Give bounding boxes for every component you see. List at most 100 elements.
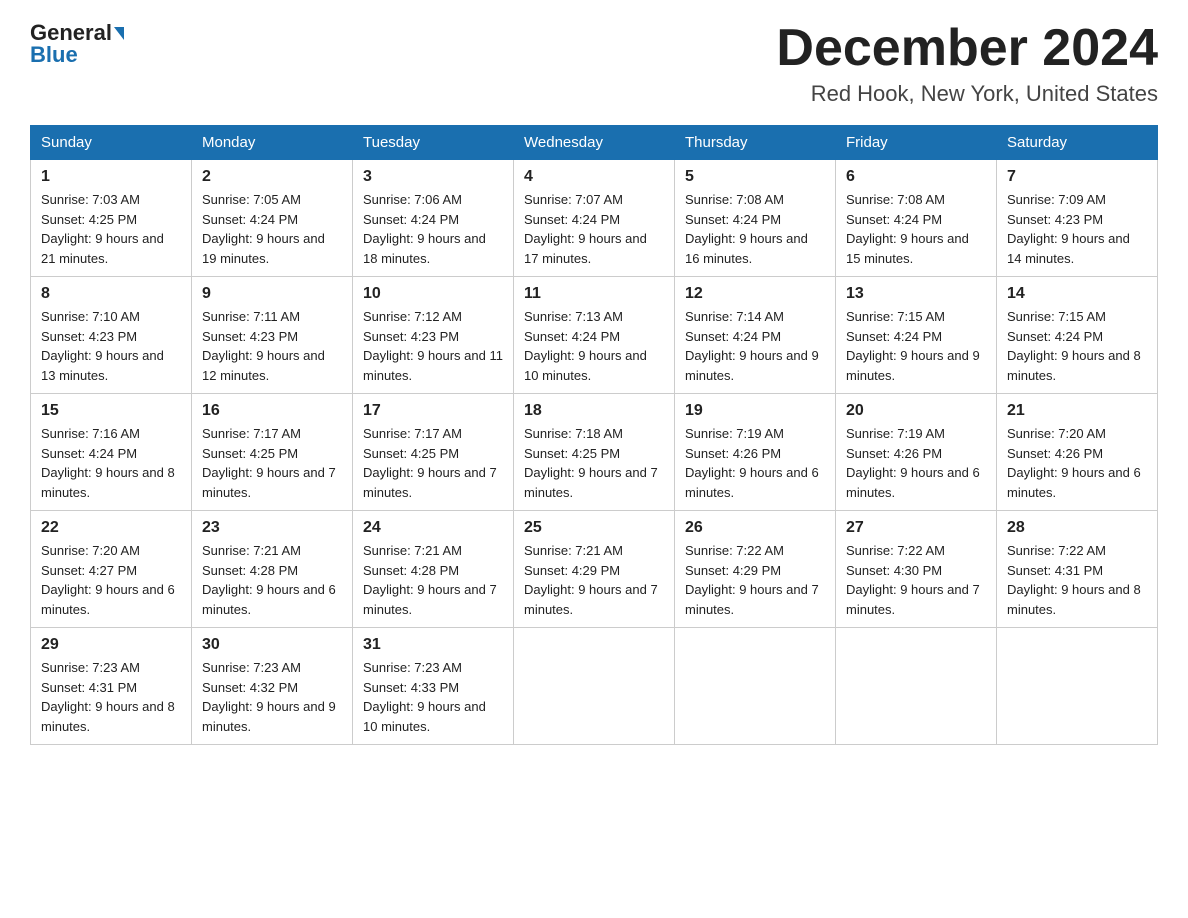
day-cell-1: 1 Sunrise: 7:03 AMSunset: 4:25 PMDayligh… xyxy=(31,160,192,277)
day-cell-25: 25 Sunrise: 7:21 AMSunset: 4:29 PMDaylig… xyxy=(514,511,675,628)
day-info: Sunrise: 7:05 AMSunset: 4:24 PMDaylight:… xyxy=(202,192,325,266)
day-cell-2: 2 Sunrise: 7:05 AMSunset: 4:24 PMDayligh… xyxy=(192,160,353,277)
day-cell-17: 17 Sunrise: 7:17 AMSunset: 4:25 PMDaylig… xyxy=(353,394,514,511)
empty-cell xyxy=(997,628,1158,745)
col-header-wednesday: Wednesday xyxy=(514,126,675,160)
day-info: Sunrise: 7:22 AMSunset: 4:30 PMDaylight:… xyxy=(846,543,980,617)
day-info: Sunrise: 7:23 AMSunset: 4:31 PMDaylight:… xyxy=(41,660,175,734)
day-info: Sunrise: 7:22 AMSunset: 4:29 PMDaylight:… xyxy=(685,543,819,617)
empty-cell xyxy=(675,628,836,745)
day-number: 29 xyxy=(41,636,181,654)
day-number: 8 xyxy=(41,285,181,303)
day-number: 11 xyxy=(524,285,664,303)
day-info: Sunrise: 7:12 AMSunset: 4:23 PMDaylight:… xyxy=(363,309,503,383)
col-header-friday: Friday xyxy=(836,126,997,160)
day-number: 15 xyxy=(41,402,181,420)
day-cell-13: 13 Sunrise: 7:15 AMSunset: 4:24 PMDaylig… xyxy=(836,277,997,394)
day-cell-22: 22 Sunrise: 7:20 AMSunset: 4:27 PMDaylig… xyxy=(31,511,192,628)
day-number: 14 xyxy=(1007,285,1147,303)
day-cell-8: 8 Sunrise: 7:10 AMSunset: 4:23 PMDayligh… xyxy=(31,277,192,394)
day-cell-21: 21 Sunrise: 7:20 AMSunset: 4:26 PMDaylig… xyxy=(997,394,1158,511)
day-cell-20: 20 Sunrise: 7:19 AMSunset: 4:26 PMDaylig… xyxy=(836,394,997,511)
day-cell-6: 6 Sunrise: 7:08 AMSunset: 4:24 PMDayligh… xyxy=(836,160,997,277)
day-number: 24 xyxy=(363,519,503,537)
day-cell-24: 24 Sunrise: 7:21 AMSunset: 4:28 PMDaylig… xyxy=(353,511,514,628)
day-number: 30 xyxy=(202,636,342,654)
days-header-row: SundayMondayTuesdayWednesdayThursdayFrid… xyxy=(31,126,1158,160)
day-number: 23 xyxy=(202,519,342,537)
day-number: 25 xyxy=(524,519,664,537)
day-number: 13 xyxy=(846,285,986,303)
day-cell-29: 29 Sunrise: 7:23 AMSunset: 4:31 PMDaylig… xyxy=(31,628,192,745)
day-cell-14: 14 Sunrise: 7:15 AMSunset: 4:24 PMDaylig… xyxy=(997,277,1158,394)
day-info: Sunrise: 7:03 AMSunset: 4:25 PMDaylight:… xyxy=(41,192,164,266)
day-number: 1 xyxy=(41,168,181,186)
day-number: 12 xyxy=(685,285,825,303)
day-info: Sunrise: 7:23 AMSunset: 4:33 PMDaylight:… xyxy=(363,660,486,734)
day-number: 20 xyxy=(846,402,986,420)
day-info: Sunrise: 7:21 AMSunset: 4:29 PMDaylight:… xyxy=(524,543,658,617)
day-number: 26 xyxy=(685,519,825,537)
title-area: December 2024 Red Hook, New York, United… xyxy=(776,20,1158,107)
empty-cell xyxy=(514,628,675,745)
day-info: Sunrise: 7:16 AMSunset: 4:24 PMDaylight:… xyxy=(41,426,175,500)
day-number: 28 xyxy=(1007,519,1147,537)
day-info: Sunrise: 7:19 AMSunset: 4:26 PMDaylight:… xyxy=(685,426,819,500)
day-number: 2 xyxy=(202,168,342,186)
day-cell-30: 30 Sunrise: 7:23 AMSunset: 4:32 PMDaylig… xyxy=(192,628,353,745)
day-cell-28: 28 Sunrise: 7:22 AMSunset: 4:31 PMDaylig… xyxy=(997,511,1158,628)
day-number: 4 xyxy=(524,168,664,186)
day-number: 16 xyxy=(202,402,342,420)
week-row-3: 15 Sunrise: 7:16 AMSunset: 4:24 PMDaylig… xyxy=(31,394,1158,511)
day-info: Sunrise: 7:07 AMSunset: 4:24 PMDaylight:… xyxy=(524,192,647,266)
day-number: 27 xyxy=(846,519,986,537)
day-cell-10: 10 Sunrise: 7:12 AMSunset: 4:23 PMDaylig… xyxy=(353,277,514,394)
day-info: Sunrise: 7:15 AMSunset: 4:24 PMDaylight:… xyxy=(1007,309,1141,383)
calendar-subtitle: Red Hook, New York, United States xyxy=(776,81,1158,107)
day-cell-26: 26 Sunrise: 7:22 AMSunset: 4:29 PMDaylig… xyxy=(675,511,836,628)
col-header-saturday: Saturday xyxy=(997,126,1158,160)
day-number: 21 xyxy=(1007,402,1147,420)
day-cell-31: 31 Sunrise: 7:23 AMSunset: 4:33 PMDaylig… xyxy=(353,628,514,745)
logo-triangle-icon xyxy=(114,27,124,40)
day-cell-23: 23 Sunrise: 7:21 AMSunset: 4:28 PMDaylig… xyxy=(192,511,353,628)
day-cell-16: 16 Sunrise: 7:17 AMSunset: 4:25 PMDaylig… xyxy=(192,394,353,511)
day-number: 9 xyxy=(202,285,342,303)
calendar-table: SundayMondayTuesdayWednesdayThursdayFrid… xyxy=(30,125,1158,745)
col-header-sunday: Sunday xyxy=(31,126,192,160)
day-number: 17 xyxy=(363,402,503,420)
day-cell-5: 5 Sunrise: 7:08 AMSunset: 4:24 PMDayligh… xyxy=(675,160,836,277)
day-number: 7 xyxy=(1007,168,1147,186)
day-info: Sunrise: 7:20 AMSunset: 4:27 PMDaylight:… xyxy=(41,543,175,617)
day-info: Sunrise: 7:14 AMSunset: 4:24 PMDaylight:… xyxy=(685,309,819,383)
day-info: Sunrise: 7:21 AMSunset: 4:28 PMDaylight:… xyxy=(202,543,336,617)
day-info: Sunrise: 7:21 AMSunset: 4:28 PMDaylight:… xyxy=(363,543,497,617)
day-info: Sunrise: 7:23 AMSunset: 4:32 PMDaylight:… xyxy=(202,660,336,734)
day-info: Sunrise: 7:13 AMSunset: 4:24 PMDaylight:… xyxy=(524,309,647,383)
day-number: 3 xyxy=(363,168,503,186)
day-number: 19 xyxy=(685,402,825,420)
day-info: Sunrise: 7:06 AMSunset: 4:24 PMDaylight:… xyxy=(363,192,486,266)
day-cell-7: 7 Sunrise: 7:09 AMSunset: 4:23 PMDayligh… xyxy=(997,160,1158,277)
day-info: Sunrise: 7:10 AMSunset: 4:23 PMDaylight:… xyxy=(41,309,164,383)
day-info: Sunrise: 7:15 AMSunset: 4:24 PMDaylight:… xyxy=(846,309,980,383)
day-info: Sunrise: 7:19 AMSunset: 4:26 PMDaylight:… xyxy=(846,426,980,500)
day-cell-9: 9 Sunrise: 7:11 AMSunset: 4:23 PMDayligh… xyxy=(192,277,353,394)
week-row-2: 8 Sunrise: 7:10 AMSunset: 4:23 PMDayligh… xyxy=(31,277,1158,394)
day-cell-27: 27 Sunrise: 7:22 AMSunset: 4:30 PMDaylig… xyxy=(836,511,997,628)
day-cell-12: 12 Sunrise: 7:14 AMSunset: 4:24 PMDaylig… xyxy=(675,277,836,394)
logo: General Blue xyxy=(30,20,124,68)
calendar-title: December 2024 xyxy=(776,20,1158,77)
day-info: Sunrise: 7:08 AMSunset: 4:24 PMDaylight:… xyxy=(846,192,969,266)
day-number: 31 xyxy=(363,636,503,654)
week-row-4: 22 Sunrise: 7:20 AMSunset: 4:27 PMDaylig… xyxy=(31,511,1158,628)
day-cell-11: 11 Sunrise: 7:13 AMSunset: 4:24 PMDaylig… xyxy=(514,277,675,394)
day-cell-19: 19 Sunrise: 7:19 AMSunset: 4:26 PMDaylig… xyxy=(675,394,836,511)
day-number: 18 xyxy=(524,402,664,420)
day-cell-18: 18 Sunrise: 7:18 AMSunset: 4:25 PMDaylig… xyxy=(514,394,675,511)
day-info: Sunrise: 7:17 AMSunset: 4:25 PMDaylight:… xyxy=(202,426,336,500)
day-number: 10 xyxy=(363,285,503,303)
day-number: 6 xyxy=(846,168,986,186)
day-info: Sunrise: 7:20 AMSunset: 4:26 PMDaylight:… xyxy=(1007,426,1141,500)
day-info: Sunrise: 7:08 AMSunset: 4:24 PMDaylight:… xyxy=(685,192,808,266)
